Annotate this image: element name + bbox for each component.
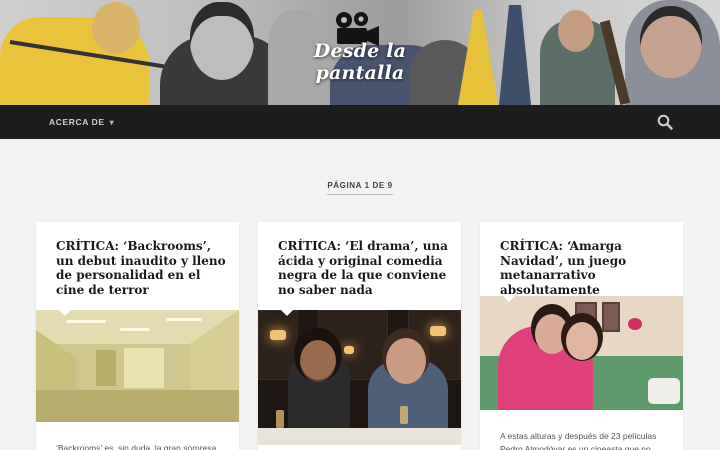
banner-figure bbox=[640, 6, 702, 78]
banner-figure bbox=[92, 2, 140, 54]
nav-item-label: ACERCA DE bbox=[49, 117, 105, 127]
header-banner: Desde la pantalla bbox=[0, 0, 720, 105]
main-nav: ACERCA DE ▾ bbox=[0, 105, 720, 139]
post-excerpt: ‘Backrooms’ es, sin duda, la gran sorpre… bbox=[56, 443, 217, 450]
post-thumbnail[interactable] bbox=[258, 310, 461, 445]
post-excerpt: A estas alturas y después de 23 película… bbox=[500, 431, 657, 450]
post-card: CRÍTICA: ‘Amarga Navidad’, un juego meta… bbox=[480, 222, 683, 450]
post-thumbnail[interactable] bbox=[36, 310, 239, 422]
post-title[interactable]: CRÍTICA: ‘Backrooms’, un debut inaudito … bbox=[56, 239, 226, 297]
banner-figure bbox=[190, 2, 254, 80]
page-indicator: PÁGINA 1 DE 9 bbox=[327, 181, 393, 195]
post-title[interactable]: CRÍTICA: ‘El drama’, una ácida y origina… bbox=[278, 239, 448, 297]
pagination-label: PÁGINA 1 DE 9 bbox=[0, 175, 720, 195]
post-card: CRÍTICA: ‘El drama’, una ácida y origina… bbox=[258, 222, 461, 450]
search-icon[interactable] bbox=[657, 114, 673, 130]
banner-figure bbox=[558, 10, 594, 52]
caret-down-icon: ▾ bbox=[109, 117, 115, 127]
site-title[interactable]: Desde la pantalla bbox=[285, 40, 435, 84]
post-thumbnail[interactable] bbox=[480, 296, 683, 410]
nav-item-about[interactable]: ACERCA DE ▾ bbox=[49, 105, 114, 139]
post-card: CRÍTICA: ‘Backrooms’, un debut inaudito … bbox=[36, 222, 239, 450]
banner-figure bbox=[499, 5, 531, 105]
